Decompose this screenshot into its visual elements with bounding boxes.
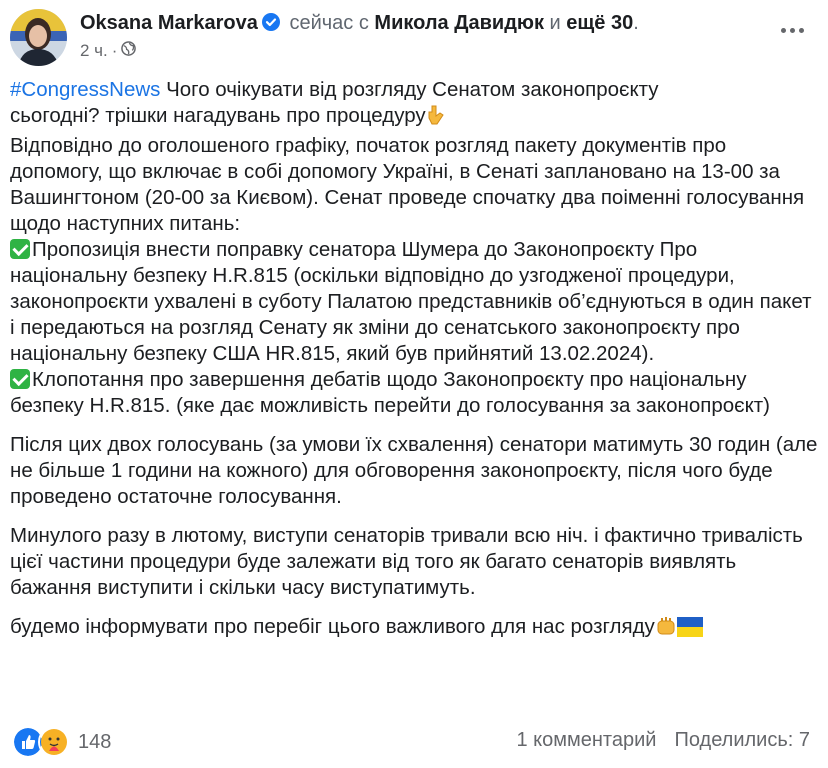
meta-separator: · (111, 41, 118, 60)
post-header: Oksana Markarova сейчас с Микола Давидюк… (80, 12, 639, 34)
list-item-1: Пропозиція внести поправку сенатора Шуме… (10, 238, 812, 365)
tagged-others[interactable]: ещё 30 (566, 12, 633, 34)
intro-line-1: Чого очікувати від розгляду Сенатом зако… (160, 78, 659, 101)
post-time[interactable]: 2 ч. (80, 41, 108, 61)
ukraine-flag-icon (676, 617, 703, 644)
check-mark-icon (10, 239, 30, 259)
verified-badge-icon (261, 13, 280, 31)
more-options-button[interactable] (778, 20, 806, 40)
check-mark-icon (10, 369, 30, 389)
paragraph-4: будемо інформувати про перебіг цього важ… (10, 615, 655, 638)
post-text: #CongressNews Чого очікувати від розгляд… (10, 77, 818, 657)
reactions-count: 148 (78, 730, 112, 753)
author-avatar[interactable] (10, 9, 67, 66)
globe-icon (121, 41, 137, 61)
comments-count-link[interactable]: 1 комментарий (516, 729, 656, 752)
intro-paragraph: Відповідно до оголошеного графіку, почат… (10, 134, 805, 235)
list-item-2: Клопотання про завершення дебатів щодо З… (10, 368, 771, 417)
care-icon (38, 726, 70, 758)
tagged-person[interactable]: Микола Давидюк (374, 12, 544, 34)
raised-fist-emoji-icon (655, 615, 677, 644)
and-text: и (549, 12, 561, 34)
with-text: сейчас с (289, 12, 369, 34)
paragraph-2: Після цих двох голосувань (за умови їх с… (10, 433, 818, 508)
post-stats: 1 комментарий Поделились: 7 (516, 729, 810, 752)
pointing-down-emoji-icon (426, 104, 446, 133)
intro-line-2: сьогодні? трішки нагадувань про процедур… (10, 104, 426, 127)
paragraph-3: Минулого разу в лютому, виступи сенаторі… (10, 524, 803, 599)
author-name[interactable]: Oksana Markarova (80, 12, 258, 34)
reactions-summary[interactable]: 148 (12, 726, 111, 758)
post-meta: 2 ч. · (80, 41, 137, 61)
shares-count-link[interactable]: Поделились: 7 (674, 729, 810, 752)
hashtag-link[interactable]: #CongressNews (10, 78, 160, 101)
